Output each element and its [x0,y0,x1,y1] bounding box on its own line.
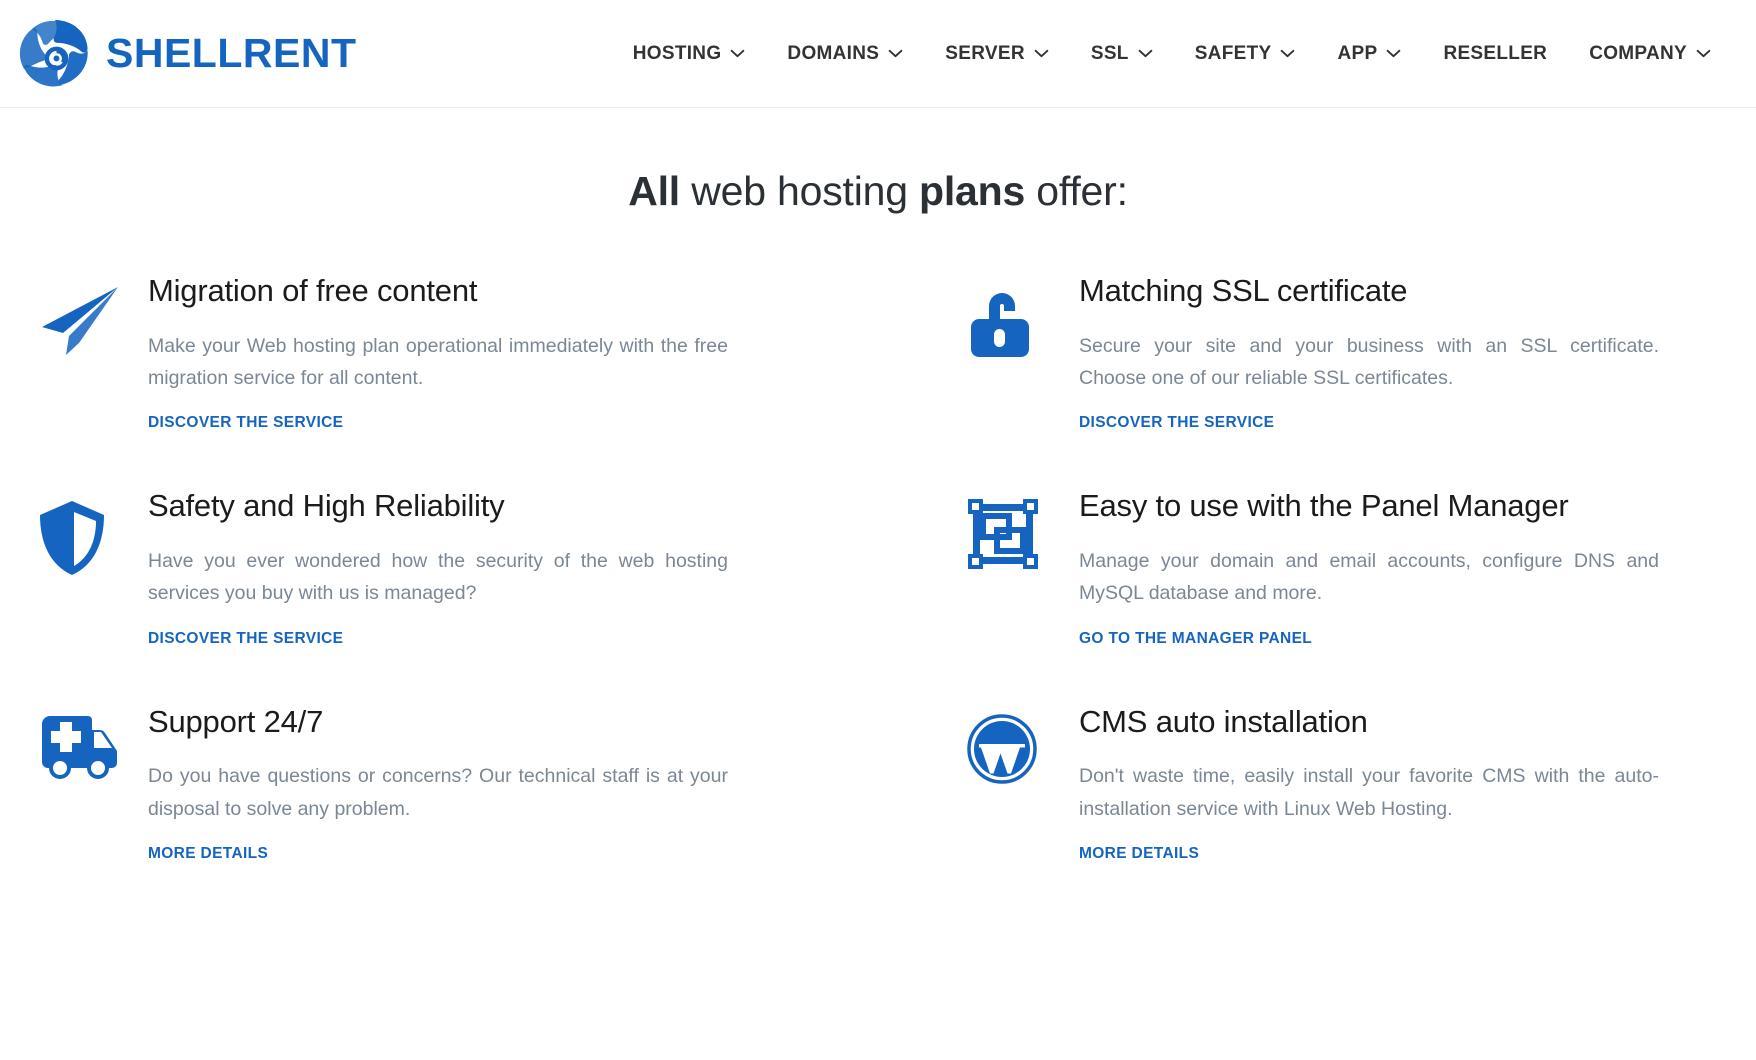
chevron-down-icon [1386,49,1401,58]
feature-card: CMS auto installation Don't waste time, … [967,704,1716,863]
nav-item-domains[interactable]: DOMAINS [766,33,924,75]
shell-spiral-icon [18,17,92,91]
feature-card: Migration of free content Make your Web … [36,273,785,432]
feature-link[interactable]: GO TO THE MANAGER PANEL [1079,630,1312,648]
panel-frame-icon [967,488,1079,570]
feature-title: Migration of free content [148,273,478,308]
chevron-down-icon [1034,49,1049,58]
main-content: All web hosting plans offer: Migration o… [0,168,1756,863]
nav-item-server[interactable]: SERVER [924,33,1070,75]
site-header: SHELLRENT HOSTING DOMAINS SERVER SSL SAF… [0,0,1756,108]
page-title-text-1: web hosting [680,168,919,214]
feature-link[interactable]: MORE DETAILS [148,845,268,863]
nav-label: SERVER [945,42,1025,64]
feature-description: Make your Web hosting plan operational i… [148,334,728,389]
chevron-down-icon [1696,49,1711,58]
feature-description: Manage your domain and email accounts, c… [1079,549,1659,605]
nav-label: SAFETY [1194,42,1272,64]
nav-item-safety[interactable]: SAFETY [1174,33,1317,75]
page-title: All web hosting plans offer: [0,168,1756,215]
feature-link[interactable]: MORE DETAILS [1079,845,1199,863]
page-title-strong-2: plans [919,168,1026,214]
nav-item-company[interactable]: COMPANY [1568,33,1732,75]
page-title-text-2: offer: [1025,168,1128,214]
feature-description: Have you ever wondered how the security … [148,549,728,605]
feature-title: Matching SSL certificate [1079,273,1408,308]
nav-label: COMPANY [1589,42,1687,64]
nav-label: DOMAINS [787,42,880,64]
nav-item-app[interactable]: APP [1316,33,1422,75]
feature-card: Matching SSL certificate Secure your sit… [967,273,1716,432]
main-navigation: HOSTING DOMAINS SERVER SSL SAFETY APP RE… [357,33,1735,75]
brand-logo-link[interactable]: SHELLRENT [18,17,357,91]
paper-plane-icon [36,273,148,357]
feature-link[interactable]: DISCOVER THE SERVICE [1079,414,1274,432]
nav-item-ssl[interactable]: SSL [1070,33,1174,75]
feature-card: Easy to use with the Panel Manager Manag… [967,488,1716,647]
shield-icon [36,488,148,578]
feature-card: Safety and High Reliability Have you eve… [36,488,785,647]
ambulance-icon [36,704,148,780]
feature-link[interactable]: DISCOVER THE SERVICE [148,630,343,648]
nav-label: SSL [1090,42,1129,64]
feature-card: Support 24/7 Do you have questions or co… [36,704,785,863]
nav-label: HOSTING [632,42,722,64]
nav-label: APP [1337,42,1378,64]
page-title-strong-1: All [628,168,680,214]
feature-description: Do you have questions or concerns? Our t… [148,765,728,820]
feature-title: Easy to use with the Panel Manager [1079,488,1569,524]
feature-title: Safety and High Reliability [148,488,505,524]
open-padlock-icon [967,273,1079,361]
feature-title: Support 24/7 [148,703,324,739]
nav-item-hosting[interactable]: HOSTING [612,33,767,75]
chevron-down-icon [1280,49,1295,58]
chevron-down-icon [888,49,903,58]
feature-title: CMS auto installation [1079,703,1368,739]
chevron-down-icon [730,49,745,58]
feature-description: Secure your site and your business with … [1079,334,1659,389]
brand-name: SHELLRENT [106,30,357,76]
chevron-down-icon [1138,49,1153,58]
nav-label: RESELLER [1443,42,1548,64]
nav-item-reseller[interactable]: RESELLER [1422,33,1568,75]
feature-grid: Migration of free content Make your Web … [0,273,1756,863]
wordpress-icon [967,704,1079,784]
feature-link[interactable]: DISCOVER THE SERVICE [148,414,343,432]
feature-description: Don't waste time, easily install your fa… [1079,765,1659,820]
